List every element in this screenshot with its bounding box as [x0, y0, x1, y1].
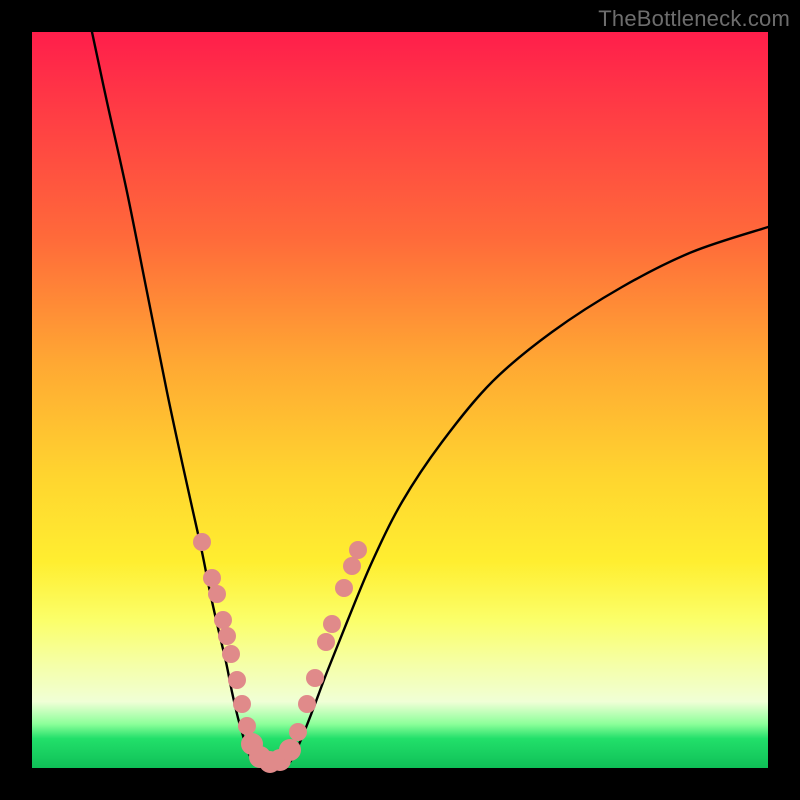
data-marker — [317, 633, 335, 651]
data-marker — [335, 579, 353, 597]
data-marker — [203, 569, 221, 587]
data-marker — [298, 695, 316, 713]
data-marker — [306, 669, 324, 687]
data-marker — [349, 541, 367, 559]
data-marker — [343, 557, 361, 575]
data-marker — [233, 695, 251, 713]
data-marker — [323, 615, 341, 633]
data-marker — [279, 739, 301, 761]
data-marker — [208, 585, 226, 603]
data-marker — [218, 627, 236, 645]
chart-frame: TheBottleneck.com — [0, 0, 800, 800]
data-marker — [228, 671, 246, 689]
data-marker — [289, 723, 307, 741]
watermark-text: TheBottleneck.com — [598, 6, 790, 32]
data-marker — [214, 611, 232, 629]
data-marker — [238, 717, 256, 735]
data-marker — [193, 533, 211, 551]
bottleneck-curve — [32, 32, 768, 768]
plot-area — [32, 32, 768, 768]
data-marker — [222, 645, 240, 663]
bottleneck-line — [92, 32, 768, 766]
